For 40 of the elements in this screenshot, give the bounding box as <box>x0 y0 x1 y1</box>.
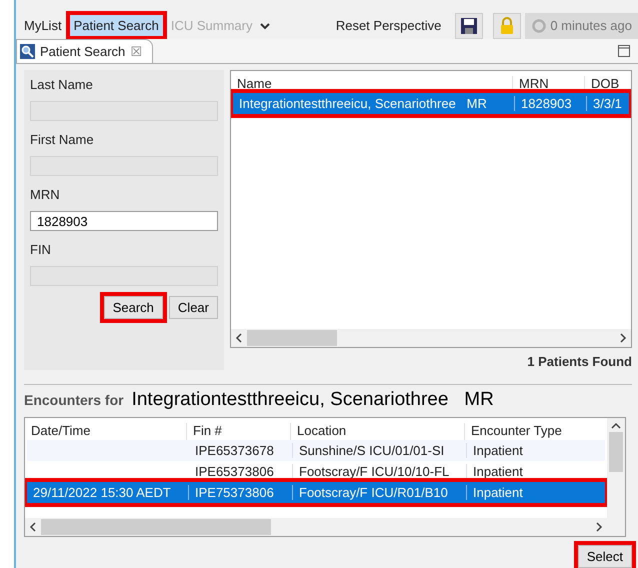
search-icon <box>20 44 35 59</box>
save-button[interactable] <box>455 12 484 38</box>
table-cell: 29/11/2022 15:30 AEDT <box>27 485 189 500</box>
padlock-icon <box>499 16 516 34</box>
patient-name: Integrationtestthreeicu, Scenariothree MR <box>132 389 494 411</box>
table-cell: Footscray/F ICU/R01/B10 <box>293 485 467 500</box>
refresh-icon <box>531 18 548 34</box>
result-count: 1 Patients Found <box>526 353 632 369</box>
field-label: MRN <box>30 187 61 204</box>
field-label: Last Name <box>30 77 94 94</box>
view-tab[interactable]: Patient Search ☒ <box>16 39 154 63</box>
input-field[interactable] <box>30 101 218 121</box>
section-label: Encounters for <box>24 392 124 408</box>
tab-title: Patient Search <box>40 44 126 59</box>
maximize-icon[interactable] <box>618 45 630 57</box>
vertical-scrollbar[interactable] <box>607 418 625 536</box>
table-cell: Footscray/F ICU/10/10-FL <box>293 464 467 479</box>
perspective-tab[interactable]: MyList <box>20 15 66 36</box>
input-field[interactable] <box>30 156 218 176</box>
reset-perspective-button[interactable]: Reset Perspective <box>332 15 446 36</box>
form-button[interactable]: Clear <box>168 296 218 319</box>
field-label: FIN <box>30 242 52 259</box>
close-button[interactable]: ☒ <box>130 44 142 59</box>
table-cell: 3/3/1 <box>587 96 631 111</box>
table-cell: 1828903 <box>515 96 587 111</box>
table-cell: IPE65373806 <box>189 464 293 479</box>
chevron-icon[interactable] <box>260 22 270 30</box>
table-cell: IPE75373806 <box>189 485 293 500</box>
encounter-row[interactable]: 29/11/2022 15:30 AEDT IPE75373806 Footscray/F ICU/R01/B10 Inpatient <box>27 482 605 503</box>
table-cell: Sunshine/S ICU/01/01-SI <box>293 443 467 458</box>
input-field[interactable]: 1828903 <box>30 211 218 231</box>
encounter-row[interactable]: IPE65373678 Sunshine/S ICU/01/01-SI Inpatient <box>27 440 605 461</box>
table-cell: IPE65373678 <box>189 443 293 458</box>
perspective-tab[interactable]: Patient Search <box>70 15 163 36</box>
field-label: First Name <box>30 132 95 149</box>
patient-row[interactable]: Integrationtestthreeicu, Scenariothree MR 1828903 3/3/1 <box>233 93 629 114</box>
horizontal-scrollbar[interactable] <box>231 329 631 347</box>
table-cell: Integrationtestthreeicu, Scenariothree MR <box>233 96 515 111</box>
input-field[interactable] <box>30 266 218 286</box>
horizontal-scrollbar[interactable] <box>25 518 607 536</box>
